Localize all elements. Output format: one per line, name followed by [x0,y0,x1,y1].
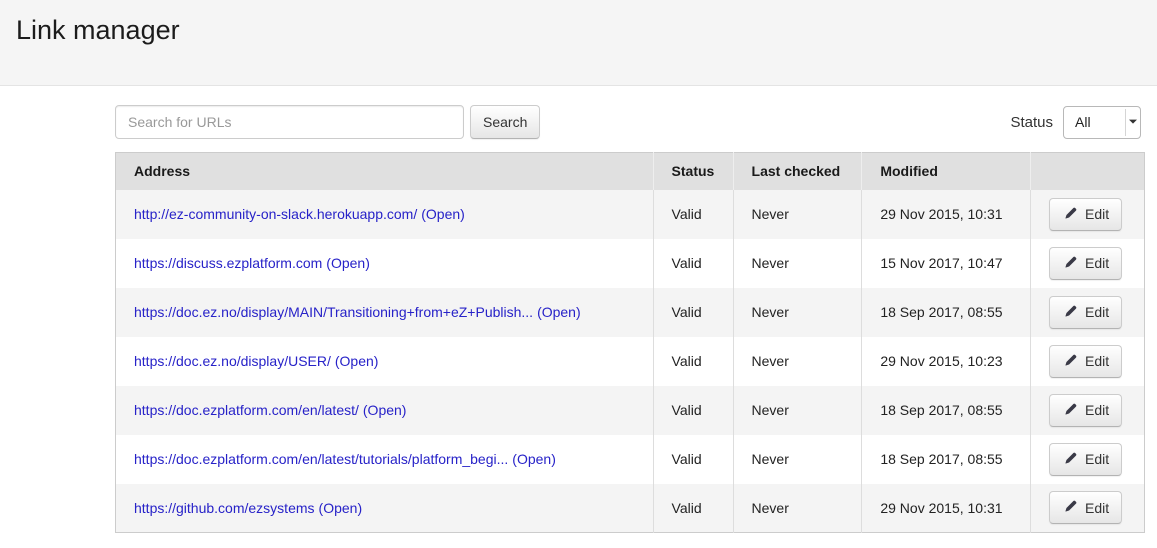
open-link[interactable]: (Open) [512,451,556,467]
column-header-status: Status [653,153,733,190]
status-cell: Valid [653,190,733,239]
modified-cell: 18 Sep 2017, 08:55 [862,288,1031,337]
edit-button-label: Edit [1085,500,1109,516]
status-cell: Valid [653,484,733,533]
last-checked-cell: Never [733,337,862,386]
open-link[interactable]: (Open) [363,402,407,418]
pencil-icon [1062,305,1077,320]
url-link[interactable]: https://discuss.ezplatform.com [134,255,322,271]
address-cell: http://ez-community-on-slack.herokuapp.c… [116,190,654,239]
edit-button-label: Edit [1085,402,1109,418]
address-cell: https://doc.ezplatform.com/en/latest/(Op… [116,386,654,435]
search-input[interactable] [115,105,464,139]
status-cell: Valid [653,386,733,435]
url-link[interactable]: https://doc.ez.no/display/USER/ [134,353,331,369]
pencil-icon [1062,403,1077,418]
page-header: Link manager [0,0,1157,86]
url-link[interactable]: https://doc.ezplatform.com/en/latest/tut… [134,451,508,467]
status-select[interactable]: All [1063,106,1141,139]
modified-cell: 18 Sep 2017, 08:55 [862,386,1031,435]
edit-button-label: Edit [1085,451,1109,467]
address-cell: https://github.com/ezsystems(Open) [116,484,654,533]
edit-button[interactable]: Edit [1049,443,1122,476]
edit-button[interactable]: Edit [1049,345,1122,378]
address-cell: https://doc.ez.no/display/MAIN/Transitio… [116,288,654,337]
last-checked-cell: Never [733,239,862,288]
last-checked-cell: Never [733,288,862,337]
modified-cell: 29 Nov 2015, 10:23 [862,337,1031,386]
actions-cell: Edit [1031,239,1145,288]
actions-cell: Edit [1031,484,1145,533]
edit-button[interactable]: Edit [1049,394,1122,427]
pencil-icon [1062,452,1077,467]
table-row: http://ez-community-on-slack.herokuapp.c… [116,190,1145,239]
actions-cell: Edit [1031,386,1145,435]
modified-cell: 15 Nov 2017, 10:47 [862,239,1031,288]
pencil-icon [1062,354,1077,369]
open-link[interactable]: (Open) [326,255,370,271]
table-body: http://ez-community-on-slack.herokuapp.c… [116,190,1145,533]
main-content: Search Status All Address Status Last ch… [115,105,1145,533]
status-cell: Valid [653,288,733,337]
modified-cell: 18 Sep 2017, 08:55 [862,435,1031,484]
actions-cell: Edit [1031,435,1145,484]
table-header-row: Address Status Last checked Modified [116,153,1145,190]
url-link[interactable]: https://doc.ez.no/display/MAIN/Transitio… [134,304,533,320]
modified-cell: 29 Nov 2015, 10:31 [862,190,1031,239]
search-button[interactable]: Search [470,105,540,139]
edit-button[interactable]: Edit [1049,296,1122,329]
open-link[interactable]: (Open) [421,206,465,222]
table-row: https://doc.ez.no/display/USER/(Open) Va… [116,337,1145,386]
edit-button[interactable]: Edit [1049,247,1122,280]
address-cell: https://discuss.ezplatform.com(Open) [116,239,654,288]
pencil-icon [1062,207,1077,222]
actions-cell: Edit [1031,337,1145,386]
open-link[interactable]: (Open) [537,304,581,320]
table-row: https://github.com/ezsystems(Open) Valid… [116,484,1145,533]
status-cell: Valid [653,435,733,484]
edit-button[interactable]: Edit [1049,491,1122,524]
table-row: https://doc.ezplatform.com/en/latest/(Op… [116,386,1145,435]
status-label: Status [1010,114,1053,131]
last-checked-cell: Never [733,484,862,533]
links-table: Address Status Last checked Modified htt… [115,152,1145,533]
column-header-modified: Modified [862,153,1031,190]
open-link[interactable]: (Open) [319,500,363,516]
edit-button-label: Edit [1085,255,1109,271]
table-row: https://discuss.ezplatform.com(Open) Val… [116,239,1145,288]
actions-cell: Edit [1031,288,1145,337]
column-header-actions [1031,153,1145,190]
column-header-address: Address [116,153,654,190]
edit-button-label: Edit [1085,353,1109,369]
address-cell: https://doc.ezplatform.com/en/latest/tut… [116,435,654,484]
status-filter-group: Status All [1010,106,1145,139]
edit-button[interactable]: Edit [1049,198,1122,231]
last-checked-cell: Never [733,386,862,435]
actions-cell: Edit [1031,190,1145,239]
url-link[interactable]: http://ez-community-on-slack.herokuapp.c… [134,206,417,222]
page-title: Link manager [16,15,1157,46]
column-header-last-checked: Last checked [733,153,862,190]
edit-button-label: Edit [1085,206,1109,222]
modified-cell: 29 Nov 2015, 10:31 [862,484,1031,533]
table-row: https://doc.ez.no/display/MAIN/Transitio… [116,288,1145,337]
status-cell: Valid [653,239,733,288]
status-select-wrap: All [1063,106,1141,139]
toolbar: Search Status All [115,105,1145,139]
edit-button-label: Edit [1085,304,1109,320]
last-checked-cell: Never [733,435,862,484]
table-header: Address Status Last checked Modified [116,153,1145,190]
pencil-icon [1062,500,1077,515]
last-checked-cell: Never [733,190,862,239]
open-link[interactable]: (Open) [335,353,379,369]
status-cell: Valid [653,337,733,386]
pencil-icon [1062,256,1077,271]
url-link[interactable]: https://github.com/ezsystems [134,500,315,516]
table-row: https://doc.ezplatform.com/en/latest/tut… [116,435,1145,484]
address-cell: https://doc.ez.no/display/USER/(Open) [116,337,654,386]
url-link[interactable]: https://doc.ezplatform.com/en/latest/ [134,402,359,418]
